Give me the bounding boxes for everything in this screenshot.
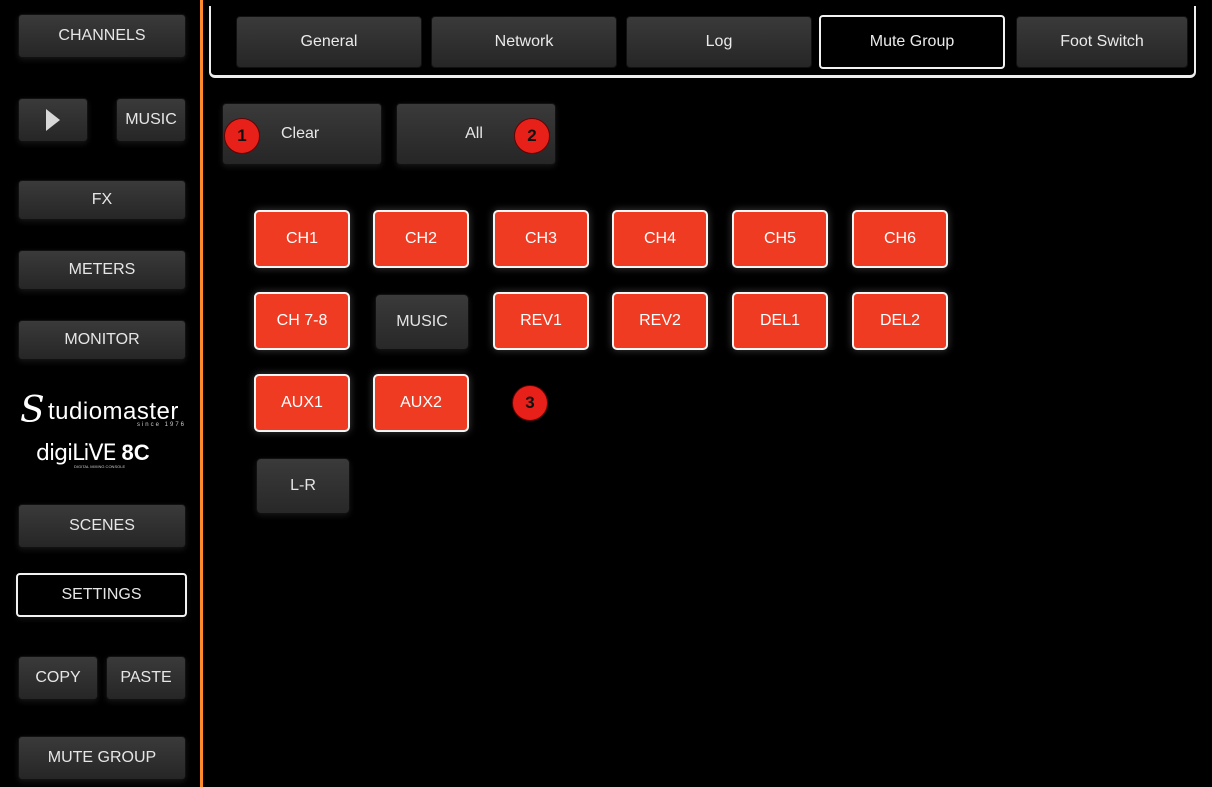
monitor-button[interactable]: MONITOR bbox=[18, 320, 186, 360]
meters-button[interactable]: METERS bbox=[18, 250, 186, 290]
callout-badge-3: 3 bbox=[512, 385, 548, 421]
sidebar-divider bbox=[200, 0, 203, 787]
copy-button[interactable]: COPY bbox=[18, 656, 98, 700]
fx-button[interactable]: FX bbox=[18, 180, 186, 220]
channel-button-ch3[interactable]: CH3 bbox=[493, 210, 589, 268]
channel-button-aux1[interactable]: AUX1 bbox=[254, 374, 350, 432]
channel-button-ch2[interactable]: CH2 bbox=[373, 210, 469, 268]
paste-button[interactable]: PASTE bbox=[106, 656, 186, 700]
channel-button-ch4[interactable]: CH4 bbox=[612, 210, 708, 268]
scenes-button[interactable]: SCENES bbox=[18, 504, 186, 548]
tab-network[interactable]: Network bbox=[431, 16, 617, 68]
channel-button-del1[interactable]: DEL1 bbox=[732, 292, 828, 350]
channel-button-rev1[interactable]: REV1 bbox=[493, 292, 589, 350]
channel-button-aux2[interactable]: AUX2 bbox=[373, 374, 469, 432]
logo-since: since 1976 bbox=[136, 422, 186, 428]
channel-button-music[interactable]: MUSIC bbox=[375, 294, 469, 350]
music-button[interactable]: MUSIC bbox=[116, 98, 186, 142]
channel-button-ch5[interactable]: CH5 bbox=[732, 210, 828, 268]
tab-general[interactable]: General bbox=[236, 16, 422, 68]
product-tagline: DIGITAL MIXING CONSOLE bbox=[74, 464, 126, 469]
channel-button-l-r[interactable]: L-R bbox=[256, 458, 350, 514]
mute-group-button[interactable]: MUTE GROUP bbox=[18, 736, 186, 780]
product-name: digiLiVE bbox=[36, 441, 116, 466]
play-button[interactable] bbox=[18, 98, 88, 142]
settings-button[interactable]: SETTINGS bbox=[16, 573, 187, 617]
channel-button-ch7-8[interactable]: CH 7-8 bbox=[254, 292, 350, 350]
callout-badge-2: 2 bbox=[514, 118, 550, 154]
play-icon bbox=[46, 109, 60, 131]
tab-log[interactable]: Log bbox=[626, 16, 812, 68]
channel-button-ch1[interactable]: CH1 bbox=[254, 210, 350, 268]
channel-button-rev2[interactable]: REV2 bbox=[612, 292, 708, 350]
channels-button[interactable]: CHANNELS bbox=[18, 14, 186, 58]
logo-initial: S bbox=[20, 390, 45, 431]
channel-button-ch6[interactable]: CH6 bbox=[852, 210, 948, 268]
tab-mute-group[interactable]: Mute Group bbox=[819, 15, 1005, 69]
studiomaster-logo: S tudiomaster since 1976 bbox=[20, 390, 192, 432]
digilive-logo: digiLiVE 8C DIGITAL MIXING CONSOLE bbox=[36, 440, 176, 472]
tab-foot-switch[interactable]: Foot Switch bbox=[1016, 16, 1188, 68]
callout-badge-1: 1 bbox=[224, 118, 260, 154]
channel-button-del2[interactable]: DEL2 bbox=[852, 292, 948, 350]
product-model: 8C bbox=[121, 440, 150, 465]
